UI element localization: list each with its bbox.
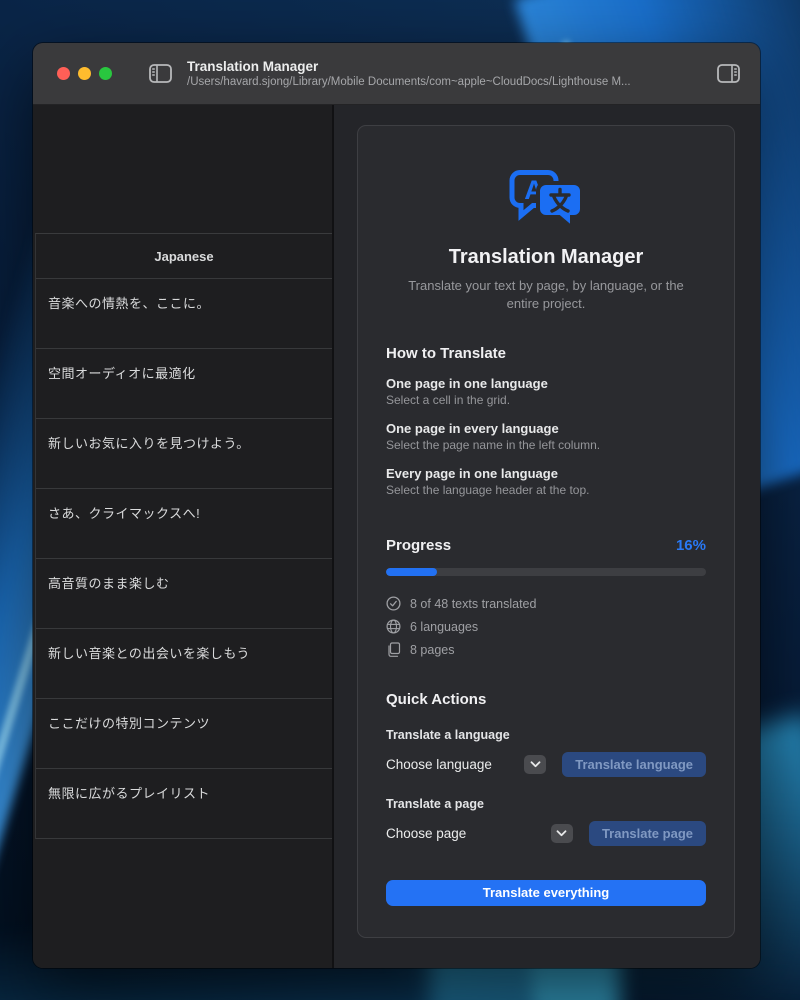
window-document-path: /Users/havard.sjong/Library/Mobile Docum… (187, 75, 631, 90)
progress-bar-fill (386, 568, 437, 576)
grid-panel: Japanese 音楽への情熱を、ここに。 空間オーディオに最適化 新しいお気に… (33, 105, 332, 968)
panel-subtitle: Translate your text by page, by language… (386, 277, 706, 313)
window-titles: Translation Manager /Users/havard.sjong/… (187, 58, 631, 90)
table-row[interactable]: 高音質のまま楽しむ (36, 558, 332, 628)
table-row[interactable]: 空間オーディオに最適化 (36, 348, 332, 418)
chevron-down-icon (556, 830, 567, 837)
window-title: Translation Manager (187, 58, 631, 75)
translate-language-row: Choose language Translate language (386, 752, 706, 777)
zoom-button[interactable] (99, 67, 112, 80)
howto-item-description: Select a cell in the grid. (386, 393, 706, 407)
progress-header: Progress 16% (386, 537, 706, 554)
page-picker[interactable]: Choose page (386, 824, 589, 843)
toggle-right-sidebar-button[interactable] (716, 64, 740, 84)
inspector-panel: A Translation Manager Translate your t (334, 105, 760, 968)
stat-text: 8 of 48 texts translated (410, 597, 536, 611)
language-column-header[interactable]: Japanese (36, 234, 332, 278)
stat-texts-translated: 8 of 48 texts translated (386, 596, 706, 611)
page-picker-value: Choose page (386, 826, 466, 841)
sidebar-left-icon (149, 64, 172, 83)
progress-bar (386, 568, 706, 576)
language-picker[interactable]: Choose language (386, 755, 562, 774)
howto-item-label: One page in one language (386, 376, 706, 391)
language-picker-value: Choose language (386, 757, 492, 772)
stat-text: 6 languages (410, 620, 478, 634)
language-picker-chevron[interactable] (524, 755, 546, 774)
howto-item-description: Select the page name in the left column. (386, 438, 706, 452)
progress-stats: 8 of 48 texts translated 6 languages (386, 596, 706, 657)
sidebar-right-icon (717, 64, 740, 83)
howto-item-description: Select the language header at the top. (386, 483, 706, 497)
traffic-lights (57, 67, 112, 80)
translate-language-button[interactable]: Translate language (562, 752, 706, 777)
translate-page-button[interactable]: Translate page (589, 821, 706, 846)
check-circle-icon (386, 596, 401, 611)
window-content: Japanese 音楽への情熱を、ここに。 空間オーディオに最適化 新しいお気に… (33, 105, 760, 968)
toggle-left-sidebar-button[interactable] (148, 64, 172, 84)
howto-item-label: One page in every language (386, 421, 706, 436)
table-row[interactable]: ここだけの特別コンテンツ (36, 698, 332, 768)
table-row[interactable]: 新しいお気に入りを見つけよう。 (36, 418, 332, 488)
table-row[interactable]: 新しい音楽との出会いを楽しもう (36, 628, 332, 698)
translation-table: Japanese 音楽への情熱を、ここに。 空間オーディオに最適化 新しいお気に… (35, 233, 332, 839)
panel-title: Translation Manager (386, 246, 706, 269)
translate-page-row: Choose page Translate page (386, 821, 706, 846)
howto-heading: How to Translate (386, 345, 706, 362)
translate-icon: A (386, 168, 706, 232)
minimize-button[interactable] (78, 67, 91, 80)
stat-languages: 6 languages (386, 619, 706, 634)
table-row[interactable]: 無限に広がるプレイリスト (36, 768, 332, 838)
stat-pages: 8 pages (386, 642, 706, 657)
translate-language-label: Translate a language (386, 728, 706, 742)
progress-heading: Progress (386, 537, 451, 554)
translate-page-label: Translate a page (386, 797, 706, 811)
pages-icon (386, 642, 401, 657)
titlebar[interactable]: Translation Manager /Users/havard.sjong/… (33, 43, 760, 105)
howto-item-label: Every page in one language (386, 466, 706, 481)
progress-percent: 16% (676, 537, 706, 554)
app-window: Translation Manager /Users/havard.sjong/… (33, 43, 760, 968)
translate-everything-button[interactable]: Translate everything (386, 880, 706, 906)
chevron-down-icon (530, 761, 541, 768)
globe-icon (386, 619, 401, 634)
table-row[interactable]: さあ、クライマックスへ! (36, 488, 332, 558)
stat-text: 8 pages (410, 643, 454, 657)
translation-manager-card: A Translation Manager Translate your t (357, 125, 735, 938)
table-bottom-border (36, 838, 332, 839)
close-button[interactable] (57, 67, 70, 80)
quick-actions-heading: Quick Actions (386, 691, 706, 708)
table-row[interactable]: 音楽への情熱を、ここに。 (36, 278, 332, 348)
page-picker-chevron[interactable] (551, 824, 573, 843)
